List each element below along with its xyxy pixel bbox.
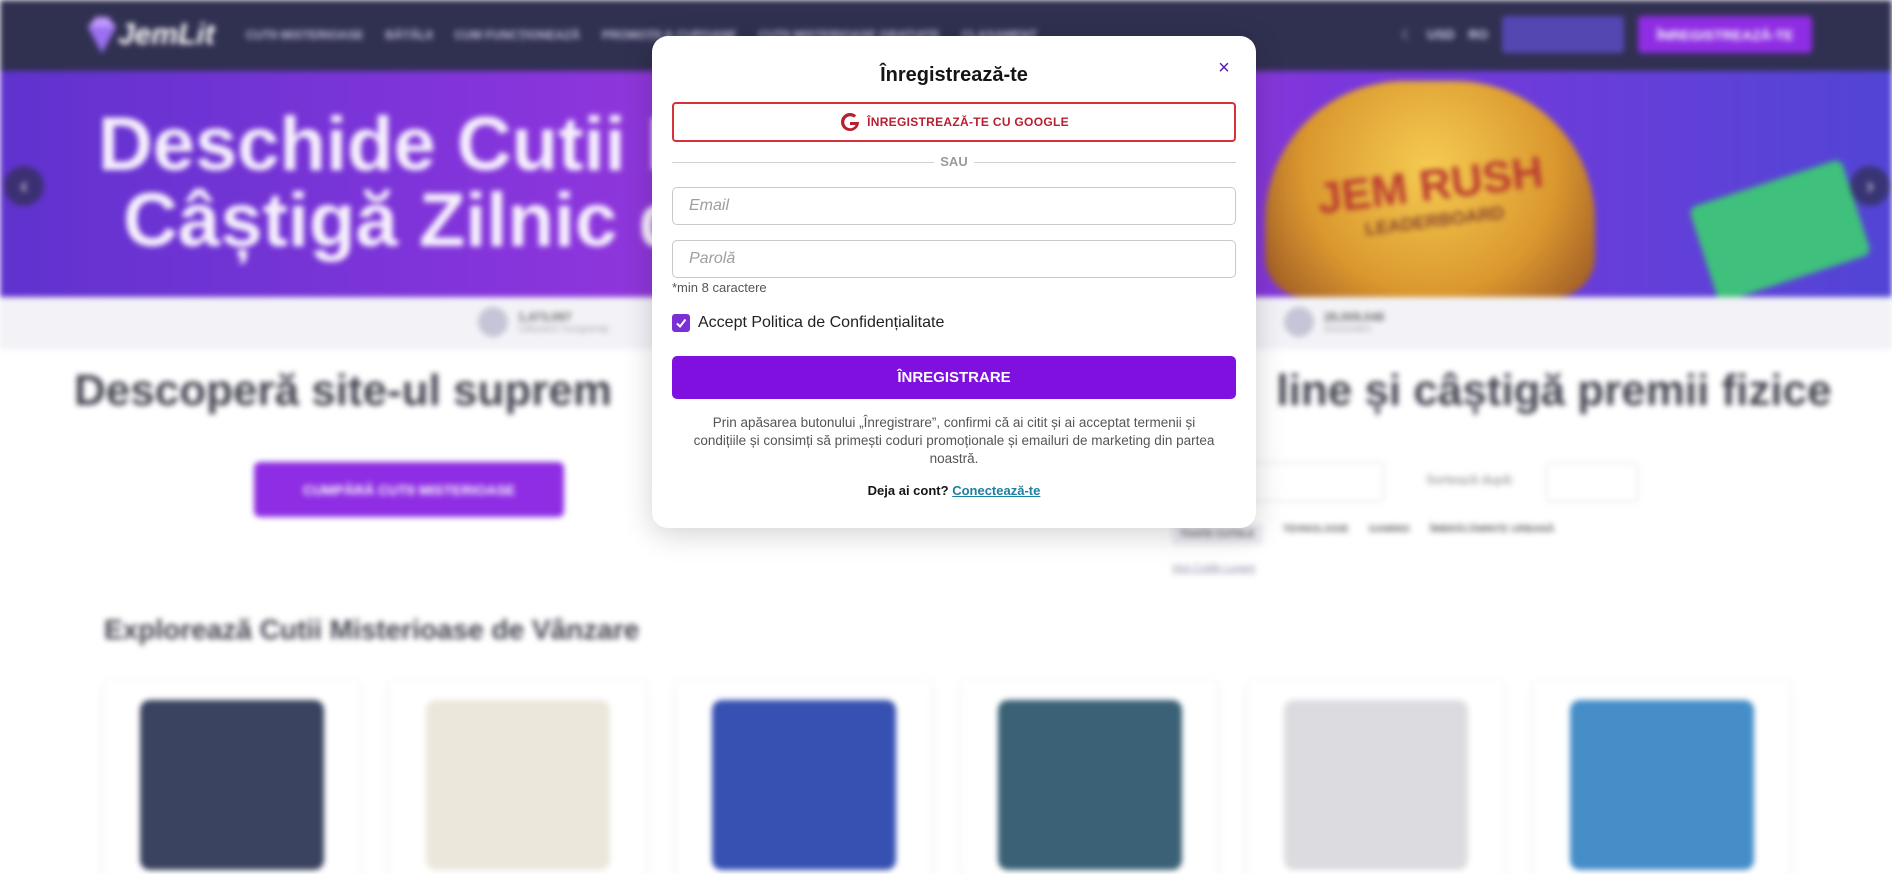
password-hint: *min 8 caractere — [672, 280, 767, 295]
google-register-button[interactable]: ÎNREGISTREAZĂ-TE CU GOOGLE — [672, 102, 1236, 142]
or-divider: SAU — [672, 154, 1236, 170]
privacy-checkbox[interactable] — [672, 314, 690, 332]
checkmark-icon — [676, 318, 687, 329]
privacy-checkbox-row[interactable]: Accept Politica de Confidențialitate — [672, 314, 944, 332]
register-submit-button[interactable]: ÎNREGISTRARE — [672, 356, 1236, 399]
google-register-label: ÎNREGISTREAZĂ-TE CU GOOGLE — [867, 115, 1069, 129]
login-prompt: Deja ai cont? Conectează-te — [652, 483, 1256, 498]
login-link[interactable]: Conectează-te — [952, 483, 1040, 498]
google-icon — [841, 112, 860, 131]
email-field[interactable] — [672, 187, 1236, 225]
modal-title: Înregistrează-te — [880, 64, 1028, 86]
terms-text: Prin apăsarea butonului „Înregistrare”, … — [693, 415, 1215, 466]
divider-line-right — [974, 162, 1236, 163]
privacy-checkbox-label: Accept Politica de Confidențialitate — [698, 314, 945, 331]
login-prompt-text: Deja ai cont? — [867, 483, 949, 498]
close-icon[interactable]: × — [1214, 58, 1234, 78]
password-field[interactable] — [672, 240, 1236, 278]
register-modal: Înregistrează-te × ÎNREGISTREAZĂ-TE CU G… — [652, 36, 1256, 528]
